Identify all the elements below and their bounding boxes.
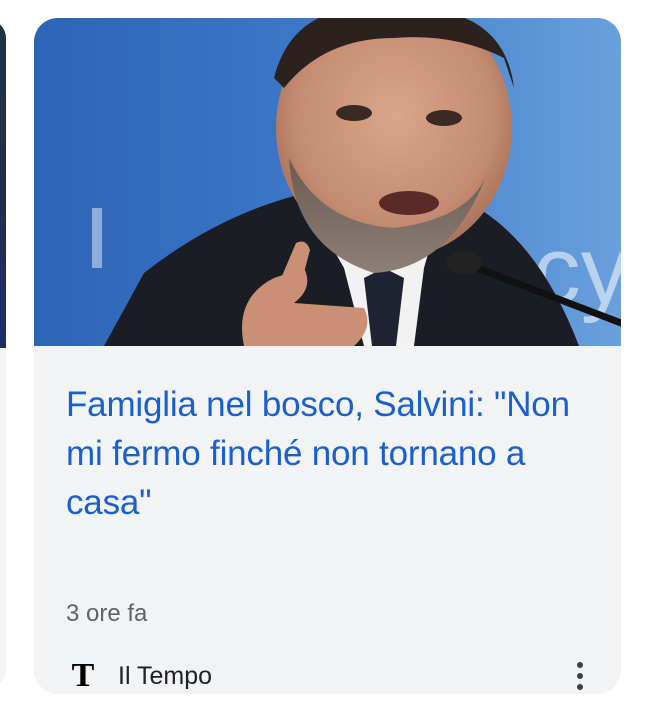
source-name: Il Tempo xyxy=(118,661,213,690)
article-photo: ocy xyxy=(34,18,621,346)
article-image[interactable]: ocy xyxy=(34,18,621,346)
article-headline[interactable]: Famiglia nel bosco, Salvini: "Non mi fer… xyxy=(66,380,596,527)
source-row: T Il Tempo xyxy=(66,658,596,694)
previous-card-image xyxy=(0,20,6,348)
news-carousel: ocy Famiglia nel bosco, Salvini: "Non mi… xyxy=(0,0,645,705)
more-vert-icon xyxy=(577,662,583,668)
article-timestamp: 3 ore fa xyxy=(66,600,148,627)
more-vert-icon-dot xyxy=(577,684,583,690)
source-logo: T xyxy=(71,657,95,694)
previous-news-card[interactable] xyxy=(0,20,6,688)
more-options-button[interactable] xyxy=(564,658,596,694)
news-card[interactable]: ocy Famiglia nel bosco, Salvini: "Non mi… xyxy=(34,18,621,694)
more-vert-icon-dot xyxy=(577,673,583,679)
